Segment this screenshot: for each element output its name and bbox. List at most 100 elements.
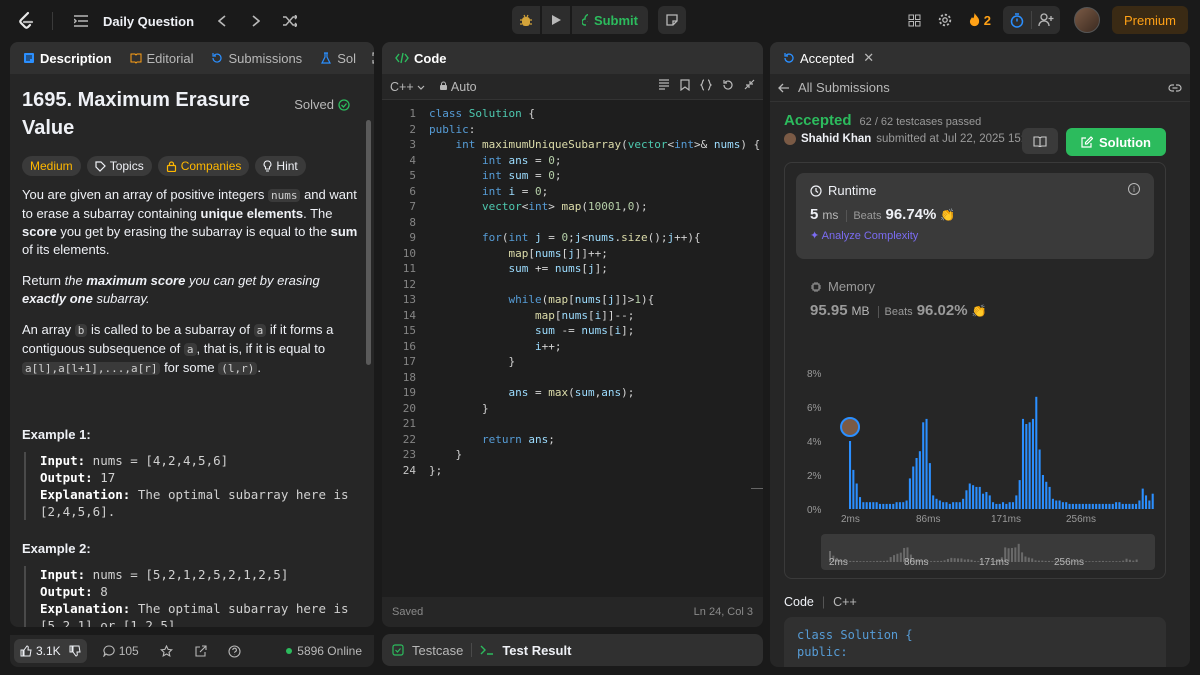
streak-counter[interactable]: 2 [963,13,997,28]
code-line[interactable]: 12 [382,277,763,293]
description-paragraph-3: An array b is called to be a subarray of… [22,322,334,375]
premium-button[interactable]: Premium [1111,6,1188,34]
bar [1141,488,1144,509]
next-question-icon[interactable] [244,9,268,33]
timer-icon[interactable] [1003,6,1031,34]
companies-tag[interactable]: Companies [157,156,250,176]
example-2-heading: Example 2: [22,541,91,556]
editorial-button[interactable] [1022,128,1058,154]
code-line[interactable]: 17 } [382,354,763,370]
add-friend-icon[interactable] [1032,6,1060,34]
code-line[interactable]: 7 vector<int> map(10001,0); [382,199,763,215]
code-line[interactable]: 13 while(map[nums[j]]>1){ [382,292,763,308]
user-avatar[interactable] [1073,7,1100,33]
line-content: map[nums[i]]--; [534,308,635,322]
like-button[interactable]: 3.1K [14,639,87,663]
topics-tag[interactable]: Topics [86,156,152,176]
code-line[interactable]: 21 [382,416,763,432]
submit-label: Submit [593,12,638,28]
autocomplete-mode[interactable]: Auto [439,80,477,94]
leetcode-logo[interactable] [16,10,36,32]
close-tab-icon[interactable]: ✕ [863,50,874,66]
code-line[interactable]: 4 int ans = 0; [382,153,763,169]
code-line[interactable]: 8 [382,215,763,231]
layout-icon[interactable] [903,8,927,32]
info-icon[interactable]: i [1128,183,1140,195]
shuffle-icon[interactable] [278,9,302,33]
code-line[interactable]: 22 return ans; [382,432,763,448]
difficulty-tag[interactable]: Medium [22,156,81,176]
code-line[interactable]: 9 for(int j = 0;j<nums.size();j++){ [382,230,763,246]
analyze-complexity-link[interactable]: ✦ Analyze Complexity [810,229,1140,242]
prev-question-icon[interactable] [210,9,234,33]
all-submissions-link[interactable]: All Submissions [770,74,1190,102]
braces-icon[interactable] [699,79,713,94]
accepted-label: Accepted [784,112,852,129]
tab-description[interactable]: Description [18,51,117,66]
language-select[interactable]: C++ [390,80,425,94]
line-number: 6 [409,184,416,198]
run-button[interactable] [542,6,570,34]
tab-submissions-label: Submissions [228,50,303,66]
code-line[interactable]: 18 [382,370,763,386]
problem-list-icon[interactable] [69,9,93,33]
bar [1138,500,1141,509]
tab-accepted[interactable]: Accepted ✕ [778,50,879,66]
edit-icon [1081,136,1093,148]
tab-test-result[interactable]: Test Result [502,643,571,658]
submit-button[interactable]: Submit [572,6,648,34]
code-line[interactable]: 20 } [382,401,763,417]
tab-submissions[interactable]: Submissions [206,51,307,66]
chart-range-selector[interactable]: 2ms 86ms 171ms 256ms [821,534,1155,570]
code-line[interactable]: 11 sum += nums[j]; [382,261,763,277]
memory-card[interactable]: Memory 95.95 MB Beats 96.02% 👏 [810,279,1140,319]
code-line[interactable]: 19 ans = max(sum,ans); [382,385,763,401]
code-line[interactable]: 15 sum -= nums[i]; [382,323,763,339]
maximize-icon[interactable] [367,52,374,64]
code-line[interactable]: 2 public: [382,122,763,138]
code-line[interactable]: 6 int i = 0; [382,184,763,200]
problem-title[interactable]: 1695. Maximum Erasure Value [22,86,272,142]
code-line[interactable]: 5 int sum = 0; [382,168,763,184]
code-line[interactable]: 24}; [382,463,763,479]
overview-bar [973,560,976,562]
runtime-card[interactable]: Runtime i 5 ms Beats 96.74% 👏 ✦ Analyze Comp… [796,173,1154,259]
help-icon[interactable] [223,639,247,663]
comments-button[interactable]: 105 [97,639,145,663]
tab-code[interactable]: Code [390,51,452,66]
overview-tick-label: 2ms [829,557,848,568]
check-circle-icon [338,99,350,111]
description-scrollbar[interactable] [366,120,371,365]
bar [905,500,908,509]
code-line[interactable]: 3 int maximumUniqueSubarray(vector<int>&… [382,137,763,153]
runtime-value: 5 [810,206,819,223]
reset-icon[interactable] [722,79,734,94]
author-name[interactable]: Shahid Khan [801,133,871,145]
code-editor[interactable]: 1 class Solution {2 public: 3 int maximumUn… [382,100,763,597]
notes-button[interactable] [658,6,686,34]
code-line[interactable]: 14 map[nums[i]]--; [382,308,763,324]
code-line[interactable]: 16 i++; [382,339,763,355]
settings-gear-icon[interactable] [933,8,957,32]
submitted-code-preview[interactable]: class Solution { public: [784,617,1166,667]
post-solution-button[interactable]: Solution [1066,128,1166,156]
bar [885,503,888,509]
preview-line-2: public: [797,645,848,659]
code-line[interactable]: 10 map[nums[j]]++; [382,246,763,262]
code-line[interactable]: 1 class Solution { [382,106,763,122]
share-icon[interactable] [189,639,213,663]
tab-testcase[interactable]: Testcase [412,643,463,658]
line-content: sum -= nums[i]; [534,324,635,337]
tab-solutions[interactable]: Sol [315,51,361,66]
minimize-icon[interactable] [744,79,755,94]
hint-tag[interactable]: Hint [255,156,306,176]
runtime-distribution-chart[interactable]: 8% 6% 4% 2% 0% 2ms 86ms 171ms 256ms [799,363,1159,523]
code-line[interactable]: 23 } [382,447,763,463]
bookmark-icon[interactable] [680,79,690,94]
format-icon[interactable] [658,79,670,94]
daily-question-title[interactable]: Daily Question [103,14,194,29]
line-content: vector<int> map(10001,0); [481,200,648,213]
star-icon[interactable] [155,639,179,663]
debug-button[interactable] [512,6,540,34]
tab-editorial[interactable]: Editorial [125,51,199,66]
